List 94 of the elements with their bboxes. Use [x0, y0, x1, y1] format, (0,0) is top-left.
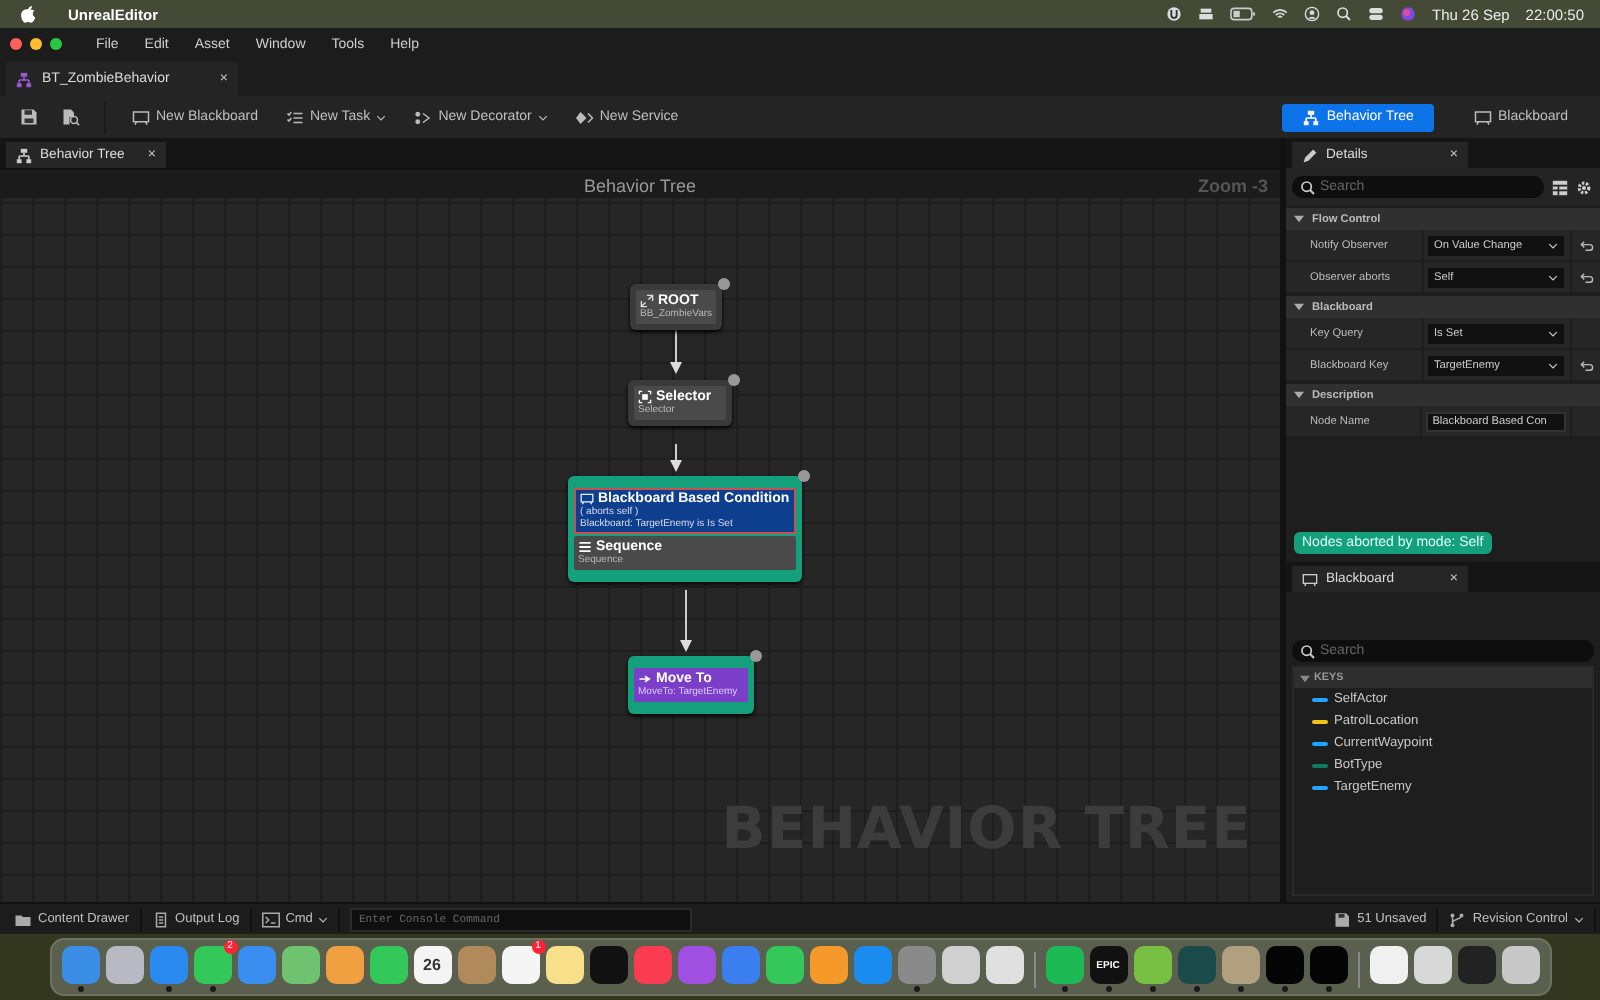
- app-icon[interactable]: [1221, 946, 1259, 984]
- graph-title: Behavior Tree: [583, 175, 697, 195]
- app-icon[interactable]: [1133, 946, 1171, 984]
- torrent-icon[interactable]: [1166, 6, 1183, 22]
- app-icon[interactable]: [941, 946, 979, 984]
- app-icon[interactable]: [1501, 946, 1539, 984]
- app-icon[interactable]: [765, 946, 803, 984]
- app-icon[interactable]: [809, 946, 847, 984]
- minimize-window-button[interactable]: [30, 38, 42, 50]
- board-icon: [1302, 571, 1318, 587]
- expander-icon: [1294, 214, 1304, 224]
- decorator-icon: [414, 109, 433, 125]
- app-icon[interactable]: [1309, 946, 1347, 984]
- connector-arrow: [680, 589, 692, 652]
- app-icon[interactable]: [1045, 946, 1083, 984]
- running-dot: [1105, 986, 1111, 992]
- reset-icon[interactable]: [1579, 359, 1593, 371]
- app-icon[interactable]: [325, 946, 363, 984]
- app-icon[interactable]: 26: [413, 946, 451, 984]
- board-icon: [1473, 109, 1492, 125]
- toggles-icon[interactable]: [1368, 6, 1385, 22]
- save-icon: [1333, 911, 1352, 927]
- tree-icon: [1302, 109, 1321, 125]
- folder-icon: [14, 911, 32, 927]
- search-icon: [1300, 179, 1316, 195]
- app-icon[interactable]: [1265, 946, 1303, 984]
- diamond-icon: [575, 109, 594, 125]
- stack-icon[interactable]: [1198, 6, 1215, 22]
- close-window-button[interactable]: [10, 38, 22, 50]
- branch-icon: [1448, 911, 1467, 927]
- zoom-level: Zoom -3: [1198, 175, 1268, 195]
- chevron-icon: [1548, 241, 1558, 249]
- app-icon[interactable]: [1369, 946, 1407, 984]
- reset-icon[interactable]: [1579, 271, 1593, 283]
- app-icon[interactable]: [105, 946, 143, 984]
- connection-pin[interactable]: [718, 278, 730, 290]
- app-icon[interactable]: [281, 946, 319, 984]
- running-dot: [913, 986, 919, 992]
- chevron-icon: [1574, 915, 1584, 923]
- sequence-icon: [578, 540, 592, 554]
- connector-arrow: [670, 443, 682, 472]
- connector-arrow: [670, 329, 682, 374]
- tree-icon: [16, 147, 32, 163]
- chevron-icon: [318, 915, 329, 923]
- running-dot: [1061, 986, 1067, 992]
- arrow-icon: [638, 672, 652, 686]
- chevron-icon: [537, 113, 548, 121]
- tree-icon: [16, 71, 32, 87]
- app-icon[interactable]: [545, 946, 583, 984]
- running-dot: [1149, 986, 1155, 992]
- chevron-icon: [1548, 361, 1558, 369]
- running-dot: [1193, 986, 1199, 992]
- chevron-icon: [376, 113, 387, 121]
- selector-icon: [638, 390, 652, 404]
- apple-icon[interactable]: [20, 4, 36, 24]
- expander-icon: [1300, 673, 1310, 683]
- app-icon[interactable]: [1457, 946, 1495, 984]
- pencil-icon: [1302, 147, 1318, 163]
- running-dot: [1281, 986, 1287, 992]
- app-icon[interactable]: [1413, 946, 1451, 984]
- chevron-icon: [1548, 273, 1558, 281]
- save-icon[interactable]: [20, 108, 38, 126]
- icon-label: 26: [423, 956, 441, 974]
- board-icon: [580, 492, 594, 506]
- board-icon: [132, 109, 150, 125]
- running-dot: [1237, 986, 1243, 992]
- expander-icon: [1294, 390, 1304, 400]
- app-icon[interactable]: [985, 946, 1023, 984]
- app-icon[interactable]: [369, 946, 407, 984]
- search-icon: [1300, 643, 1316, 659]
- chevron-icon: [1548, 329, 1558, 337]
- running-dot: [77, 986, 83, 992]
- running-dot: [165, 986, 171, 992]
- connection-pin[interactable]: [798, 470, 810, 482]
- app-icon[interactable]: [589, 946, 627, 984]
- battery-icon[interactable]: [1230, 6, 1257, 22]
- user-icon[interactable]: [1304, 6, 1321, 22]
- table-icon[interactable]: [1552, 179, 1568, 195]
- browse-icon[interactable]: [62, 108, 80, 126]
- wifi-icon[interactable]: [1272, 6, 1289, 22]
- expander-icon: [1294, 302, 1304, 312]
- settings-icon[interactable]: [1576, 179, 1592, 195]
- running-dot: [209, 986, 215, 992]
- search-icon[interactable]: [1336, 6, 1353, 22]
- zoom-window-button[interactable]: [50, 38, 62, 50]
- checklist-icon: [285, 109, 304, 125]
- reset-icon[interactable]: [1579, 239, 1593, 251]
- running-dot: [1325, 986, 1331, 992]
- orb-icon[interactable]: [1400, 6, 1417, 22]
- arrows-icon: [640, 294, 654, 308]
- document-icon: [151, 911, 170, 927]
- connection-pin[interactable]: [750, 650, 762, 662]
- connection-pin[interactable]: [728, 374, 740, 386]
- terminal-icon: [261, 911, 280, 927]
